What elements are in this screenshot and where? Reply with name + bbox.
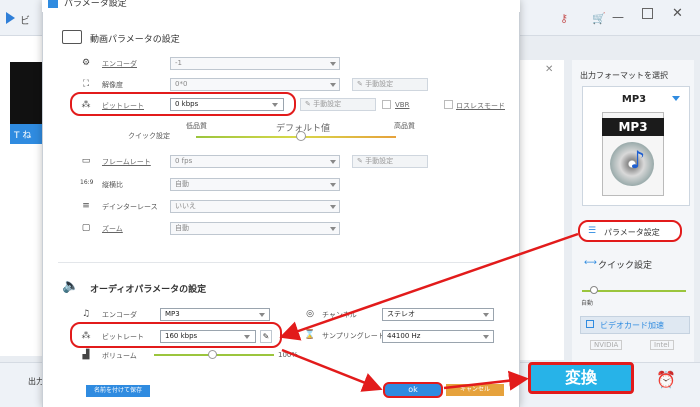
annotation-arrows <box>279 232 579 392</box>
arrow-to-ok <box>281 348 383 392</box>
arrow-to-audio-bitrate <box>279 232 579 341</box>
arrow-to-convert <box>443 370 529 391</box>
